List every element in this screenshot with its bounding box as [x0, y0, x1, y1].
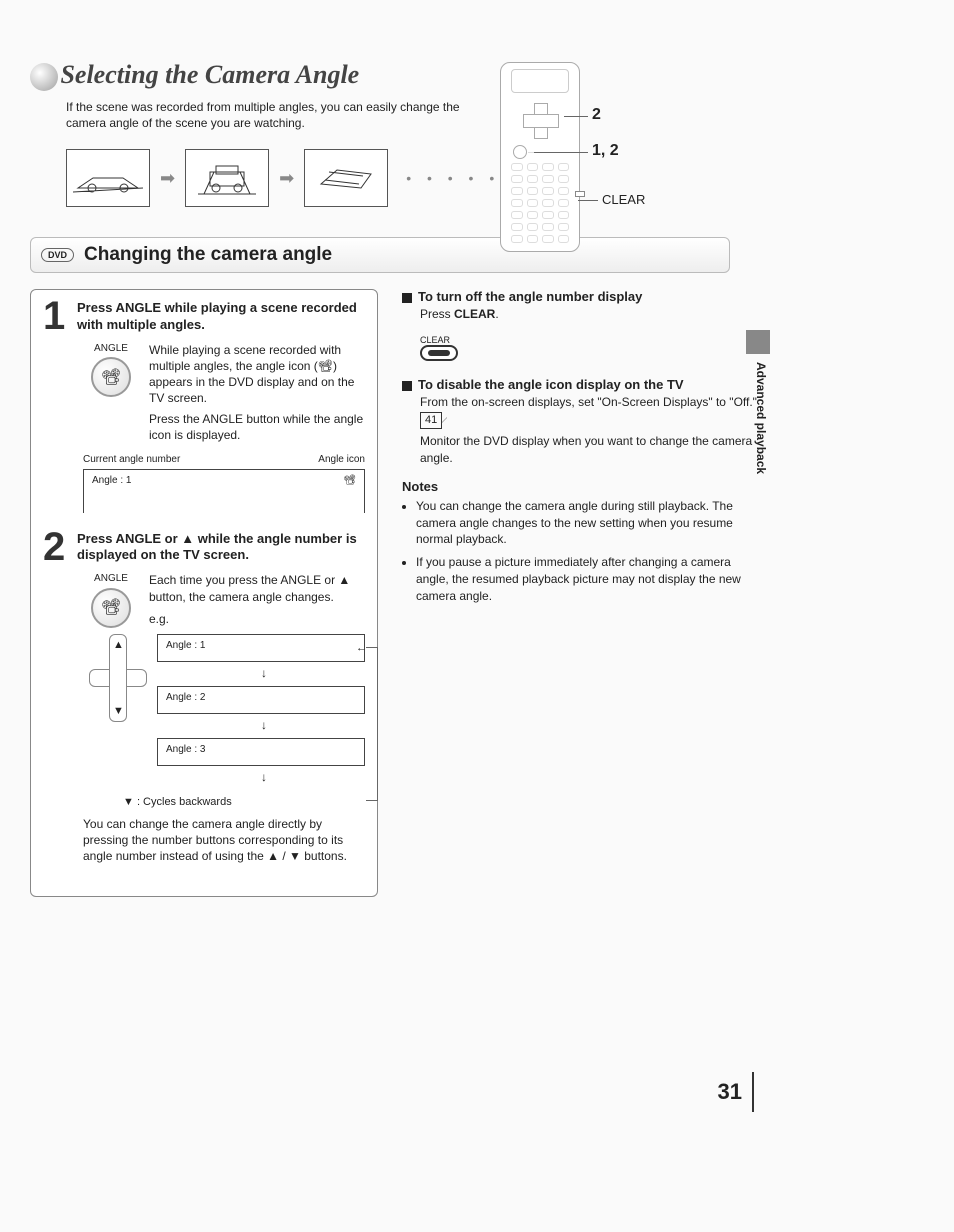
page-number: 31: [718, 1072, 754, 1112]
notes-list: You can change the camera angle during s…: [402, 498, 762, 605]
title-bullet-icon: [30, 63, 58, 91]
disable-icon-body: From the on-screen displays, set "On-Scr…: [420, 394, 762, 467]
step1-body2: Press the ANGLE button while the angle i…: [149, 411, 365, 443]
camera-icon: 📽: [101, 367, 121, 389]
car-angle-1: [66, 149, 150, 207]
label-current-angle: Current angle number: [83, 453, 180, 467]
angle-button-icon: 📽: [91, 588, 131, 628]
angle-example-diagram: ➡ ➡ • • • • •: [66, 149, 924, 207]
note-item: If you pause a picture immediately after…: [416, 554, 762, 604]
remote-clear-button-icon: [575, 191, 585, 197]
step-number: 1: [43, 300, 71, 332]
angle-button-label: ANGLE: [83, 342, 139, 356]
clear-button-label: CLEAR: [420, 335, 762, 345]
note-item: You can change the camera angle during s…: [416, 498, 762, 548]
notes-heading: Notes: [402, 479, 762, 494]
angle-button-label: ANGLE: [83, 572, 139, 586]
ellipsis-icon: • • • • •: [406, 170, 500, 186]
section-heading: Changing the camera angle: [84, 244, 332, 266]
steps-box: 1 Press ANGLE while playing a scene reco…: [30, 289, 378, 897]
car-angle-3: [304, 149, 388, 207]
angle-osd-1: Angle : 1↓: [157, 634, 365, 662]
square-bullet-icon: [402, 293, 412, 303]
eg-label: e.g.: [149, 611, 365, 627]
section-header: DVD Changing the camera angle: [30, 237, 730, 273]
label-angle-icon: Angle icon: [318, 453, 365, 467]
cycles-backwards-note: ▼ : Cycles backwards: [123, 796, 365, 808]
camera-icon: 📽: [101, 597, 121, 619]
subhead-disable-icon: To disable the angle icon display on the…: [402, 377, 762, 392]
camera-icon: 📽: [343, 474, 356, 488]
subhead-turn-off: To turn off the angle number display: [402, 289, 762, 304]
angle-osd-example: Angle : 1 📽: [84, 469, 364, 503]
dpad-icon: ▲▼: [89, 634, 147, 722]
angle-osd-2: Angle : 2↓: [157, 686, 365, 714]
remote-diagram: [500, 62, 580, 252]
section-tab-label: Advanced playback: [754, 362, 768, 474]
section-tab-marker: [746, 330, 770, 354]
step-title: Press ANGLE or ▲ while the angle number …: [77, 531, 365, 565]
step-number: 2: [43, 531, 71, 563]
clear-button-icon: [420, 345, 458, 361]
angle-button-icon: 📽: [91, 357, 131, 397]
callout-angle: 1, 2: [592, 142, 619, 160]
step-2: 2 Press ANGLE or ▲ while the angle numbe…: [43, 531, 365, 865]
callout-clear: CLEAR: [602, 192, 645, 207]
square-bullet-icon: [402, 381, 412, 391]
page-title: Selecting the Camera Angle: [60, 60, 359, 89]
step-1: 1 Press ANGLE while playing a scene reco…: [43, 300, 365, 512]
step2-note: You can change the camera angle directly…: [83, 816, 365, 865]
arrow-icon: ➡: [160, 168, 175, 189]
car-angle-2: [185, 149, 269, 207]
arrow-icon: ➡: [279, 168, 294, 189]
angle-osd-3: Angle : 3↓: [157, 738, 365, 766]
step1-body1: While playing a scene recorded with mult…: [149, 342, 365, 407]
step2-body: Each time you press the ANGLE or ▲ butto…: [149, 572, 365, 604]
intro-text: If the scene was recorded from multiple …: [66, 99, 486, 131]
callout-dpad: 2: [592, 106, 601, 124]
remote-dpad-icon: [523, 103, 557, 137]
turn-off-body: Press CLEAR.: [420, 306, 762, 323]
page-ref: 41: [420, 412, 442, 429]
dvd-badge: DVD: [41, 248, 74, 262]
remote-angle-button-icon: [513, 145, 527, 159]
step-title: Press ANGLE while playing a scene record…: [77, 300, 365, 334]
